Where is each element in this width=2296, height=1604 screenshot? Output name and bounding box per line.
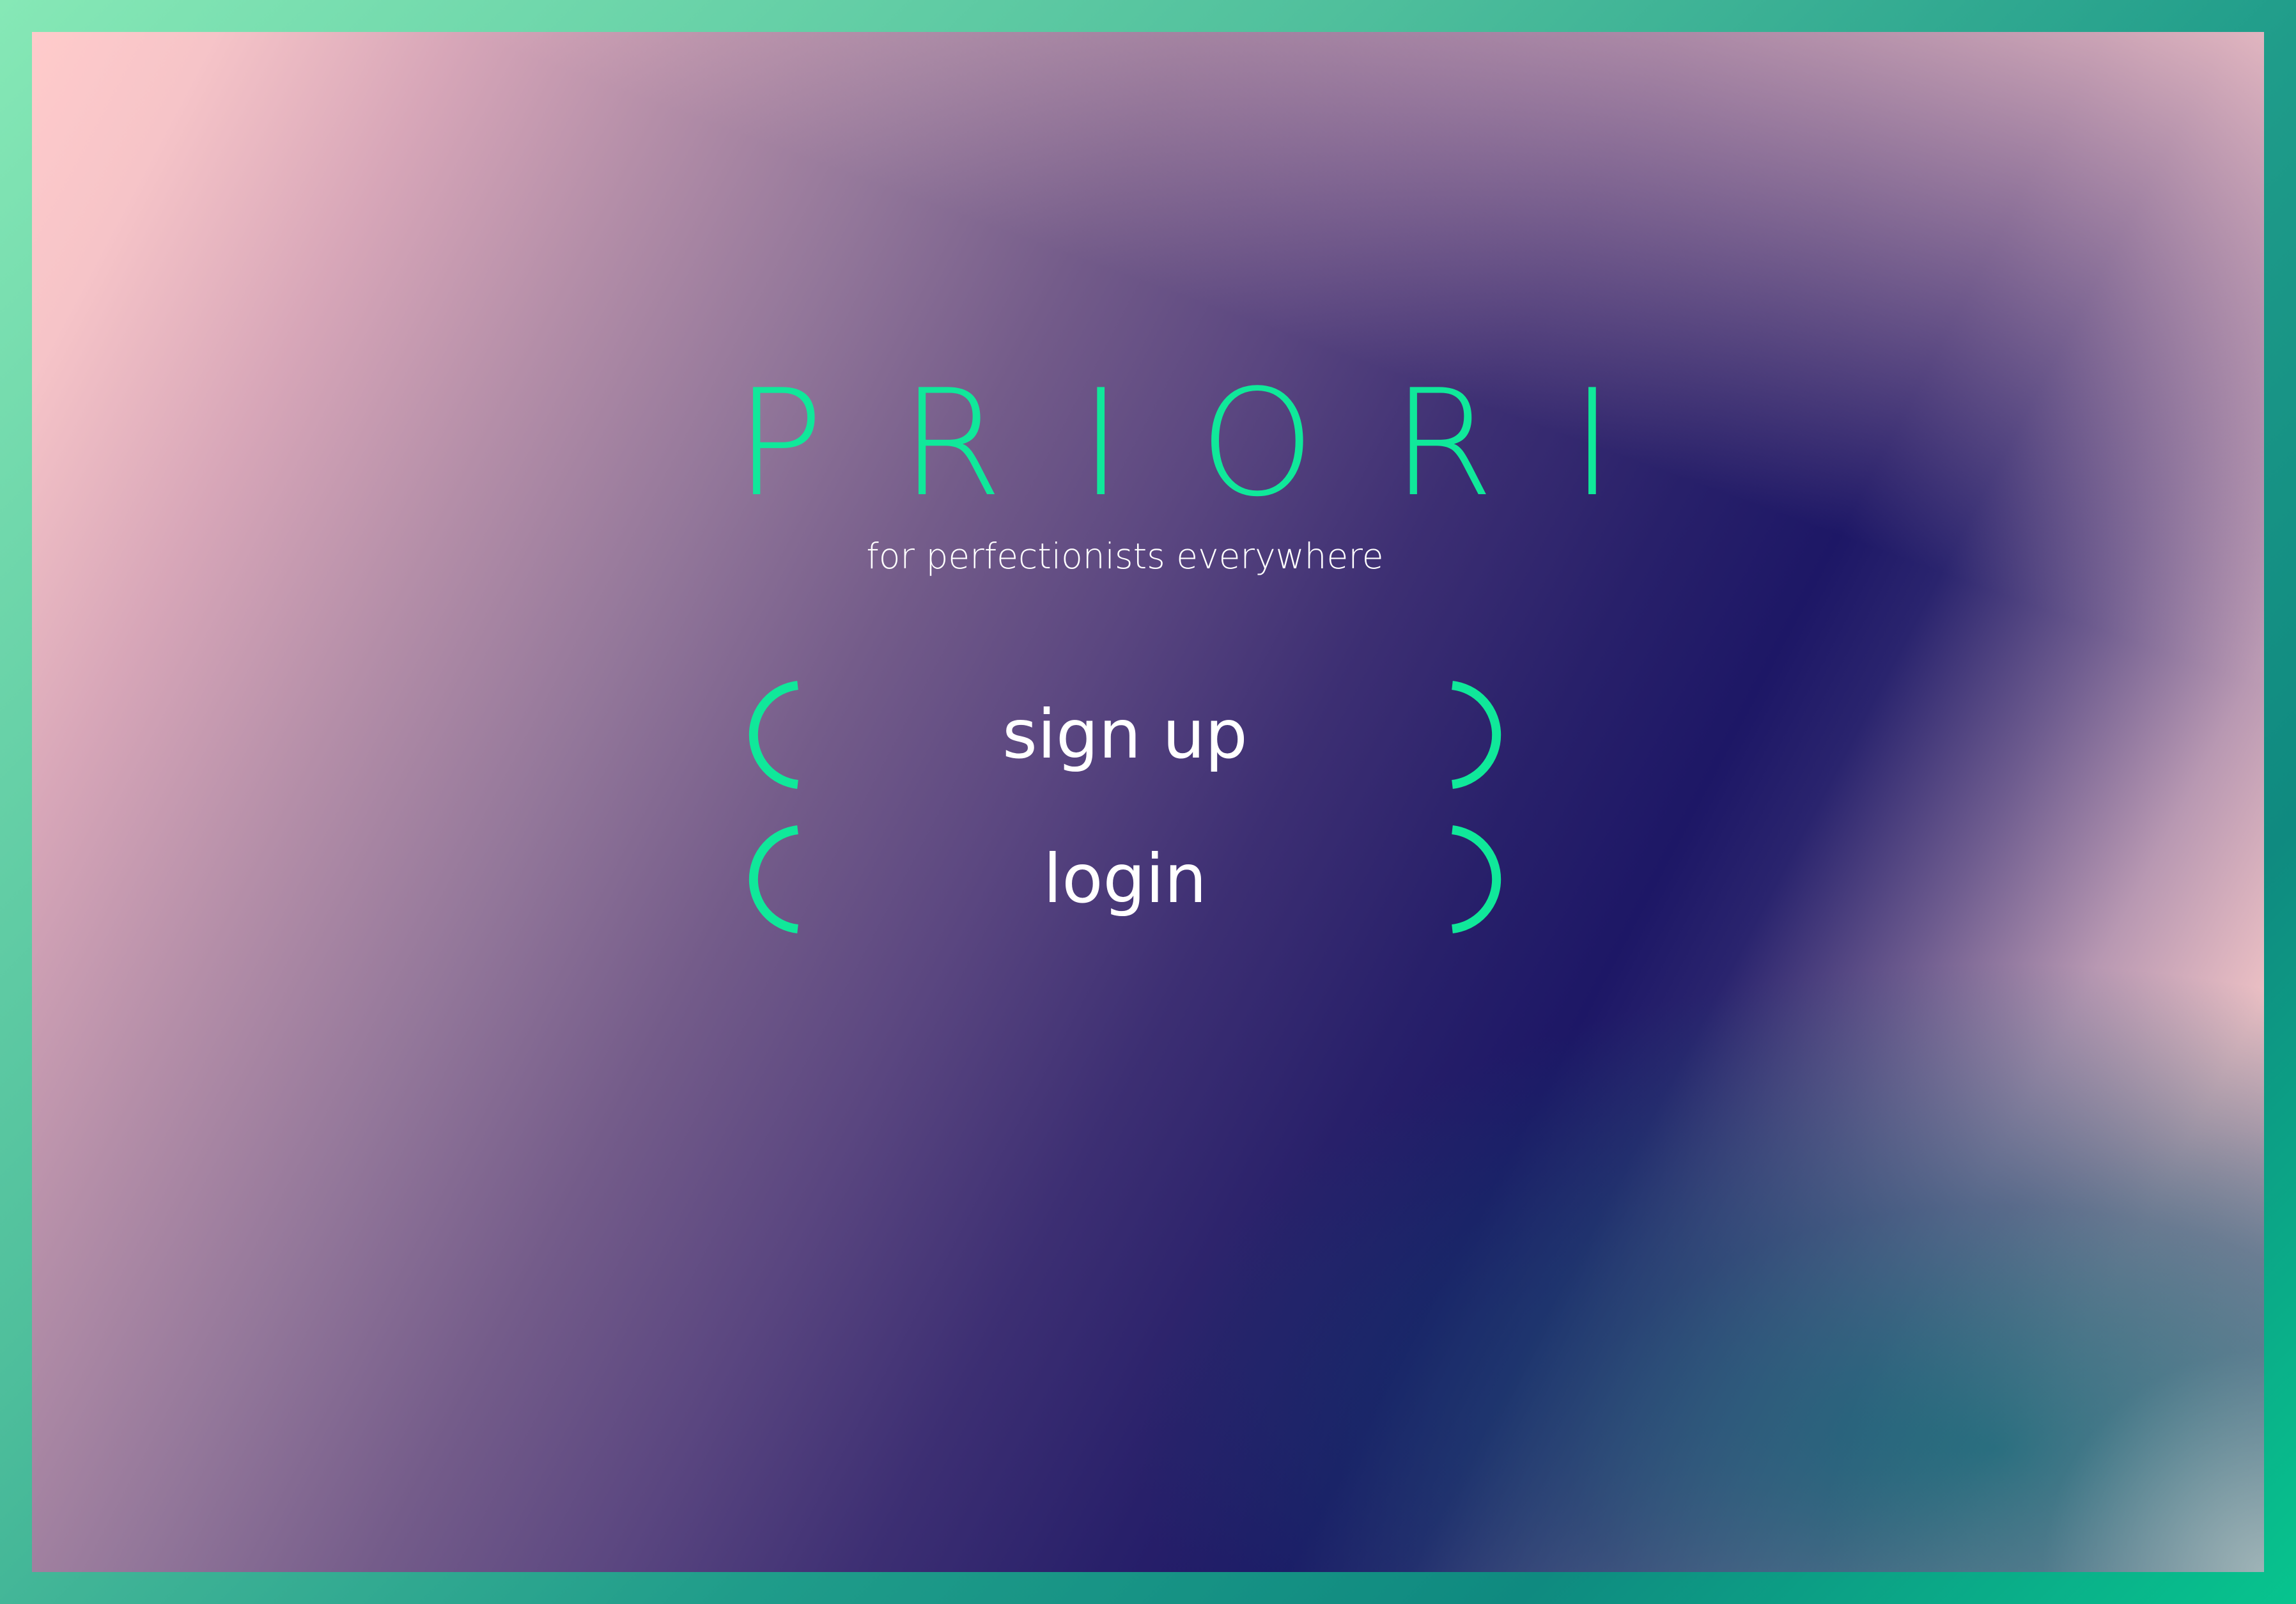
left-bracket-icon	[749, 681, 798, 789]
background-corner-tint	[1817, 1125, 2264, 1572]
app-tagline: for perfectionists everywhere	[866, 536, 1384, 577]
app-logo: PRIORI	[735, 359, 1691, 529]
landing-panel	[32, 32, 2264, 1572]
right-bracket-icon	[1452, 681, 1501, 789]
login-label: login	[1043, 840, 1207, 918]
sign-up-button[interactable]: sign up	[741, 679, 1509, 791]
sign-up-label: sign up	[1002, 696, 1248, 774]
login-button[interactable]: login	[741, 823, 1509, 935]
right-bracket-icon	[1452, 825, 1501, 933]
left-bracket-icon	[749, 825, 798, 933]
